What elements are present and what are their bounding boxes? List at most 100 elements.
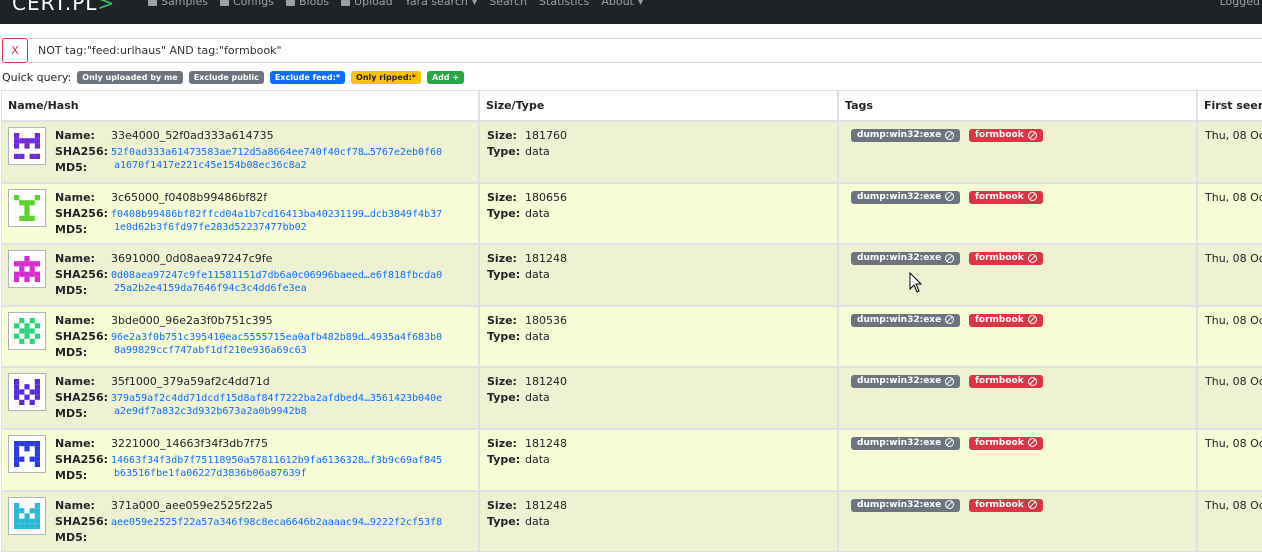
sha256-link[interactable]: 52f0ad333a61473583ae712d5a8664ee740f40cf… [111, 147, 442, 158]
type-label: Type: [487, 514, 521, 528]
quick-query-button[interactable]: Add + [426, 71, 465, 84]
header-tags[interactable]: Tags [838, 90, 1197, 121]
table-row[interactable]: Name: 3691000_0d08aea97247c9fe SHA256: 0d08… [1, 244, 1262, 306]
sample-name-value[interactable]: 3bde000_96e2a3f0b751c395 [111, 314, 273, 327]
sha256-link[interactable]: f0408b99486bf82ffcd04a1b7cd16413ba402311… [111, 209, 442, 220]
tag-badge[interactable]: formbook [969, 498, 1043, 512]
remove-tag-icon[interactable] [945, 376, 955, 386]
sha256-link[interactable]: 14663f34f3db7f75118950a57811612b9fa61363… [111, 455, 442, 466]
header-name-hash[interactable]: Name/Hash [1, 90, 479, 121]
tag-badge[interactable]: formbook [969, 375, 1043, 389]
nav-item-statistics[interactable]: Statistics [539, 0, 589, 8]
remove-tag-icon[interactable] [1027, 438, 1037, 448]
sample-type: Type: data [487, 515, 550, 528]
md5-label: MD5: [55, 345, 88, 359]
nav-item-blobs[interactable]: Blobs [286, 0, 329, 8]
nav-item-label: Search [489, 0, 528, 8]
type-label: Type: [487, 329, 521, 343]
cell-size-type: Size: 181248 Type: data [479, 428, 838, 491]
remove-tag-icon[interactable] [1027, 192, 1037, 202]
md5-link[interactable]: 1e0d62b3f6fd97fe283d52237477bb02 [114, 222, 307, 233]
table-row[interactable]: Name: 35f1000_379a59af2c4dd71d SHA256: 379a… [1, 367, 1262, 429]
remove-tag-icon[interactable] [945, 130, 955, 140]
search-input[interactable]: NOT tag:"feed:urlhaus" AND tag:"formbook… [29, 38, 1262, 63]
brand-logo[interactable]: CERT.PL> [12, 0, 115, 15]
quick-query-button[interactable]: Only uploaded by me [77, 71, 183, 84]
remove-tag-icon[interactable] [945, 192, 955, 202]
quick-query-button[interactable]: Exclude public [188, 71, 264, 84]
sample-name-value[interactable]: 33e4000_52f0ad333a614735 [111, 129, 274, 142]
tag-badge[interactable]: dump:win32:exe [851, 313, 961, 327]
md5-link[interactable]: 25a2b2e4159da7646f94c3c4dd6fe3ea [114, 283, 307, 294]
remove-tag-icon[interactable] [1027, 253, 1037, 263]
logged-user[interactable]: Logged [1220, 0, 1260, 8]
sha256-label: SHA256: [55, 145, 109, 158]
tag-badge[interactable]: formbook [969, 129, 1043, 142]
sample-name: Name: 35f1000_379a59af2c4dd71d [55, 375, 270, 388]
header-first-seen[interactable]: First seen [1197, 90, 1262, 121]
quick-query-button[interactable]: Exclude feed:* [269, 71, 346, 84]
nav-item-label: Yara search [404, 0, 468, 8]
tag-badge[interactable]: dump:win32:exe [851, 498, 961, 512]
remove-tag-icon[interactable] [945, 253, 955, 263]
table-row[interactable]: Name: 371a000_aee059e2525f22a5 SHA256: aee0… [1, 490, 1262, 552]
tag-label: dump:win32:exe [857, 376, 942, 387]
brand-chevron-icon: > [97, 0, 116, 15]
cell-first-seen: Thu, 08 Oc [1197, 490, 1262, 552]
type-value: data [525, 145, 550, 158]
remove-tag-icon[interactable] [1027, 315, 1037, 325]
cell-size-type: Size: 180656 Type: data [479, 182, 838, 245]
sample-name-value[interactable]: 371a000_aee059e2525f22a5 [111, 499, 273, 512]
sha256-link[interactable]: 96e2a3f0b751c395410eac5555715ea0afb482b8… [111, 332, 442, 343]
table-row[interactable]: Name: 33e4000_52f0ad333a614735 SHA256: 52f0… [1, 121, 1262, 183]
nav-item-configs[interactable]: Configs [219, 0, 274, 8]
sha256-link[interactable]: 379a59af2c4dd71dcdf15d8af84f7222ba2afdbe… [111, 393, 442, 404]
cell-name-hash: Name: 35f1000_379a59af2c4dd71d SHA256: 379a… [1, 367, 479, 429]
sample-name-value[interactable]: 35f1000_379a59af2c4dd71d [111, 375, 270, 388]
sample-name-value[interactable]: 3691000_0d08aea97247c9fe [111, 252, 272, 265]
remove-tag-icon[interactable] [1027, 130, 1037, 140]
nav-item-search[interactable]: Search [489, 0, 527, 8]
sha256-link[interactable]: 0d08aea97247c9fe11581151d7db6a0c06996bae… [111, 270, 442, 281]
md5-link[interactable]: 8a99829ccf747abf1df210e936a69c63 [114, 345, 307, 356]
md5-link[interactable]: a2e9df7a832c3d932b673a2a0b9942b8 [114, 406, 307, 417]
tag-badge[interactable]: dump:win32:exe [851, 252, 961, 266]
clear-search-button[interactable]: X [2, 38, 28, 63]
tag-badge[interactable]: formbook [969, 436, 1043, 450]
table-row[interactable]: Name: 3bde000_96e2a3f0b751c395 SHA256: 96e2… [1, 305, 1262, 368]
size-label: Size: [487, 375, 517, 389]
nav-item-yara-search[interactable]: Yara search ▼ [405, 0, 478, 8]
sample-sha256: SHA256: 96e2a3f0b751c395410eac5555715ea0a… [55, 330, 442, 343]
tag-label: formbook [975, 437, 1024, 448]
quick-query-button[interactable]: Only ripped:* [351, 71, 421, 84]
table-row[interactable]: Name: 3c65000_f0408b99486bf82f SHA256: f040… [1, 182, 1262, 245]
table-row[interactable]: Name: 3221000_14663f34f3db7f75 SHA256: 1466… [1, 428, 1262, 491]
sha256-link[interactable]: aee059e2525f22a57a346f98c8eca6646b2aaaac… [111, 517, 442, 528]
tag-badge[interactable]: dump:win32:exe [851, 190, 961, 204]
md5-link[interactable]: a1670f1417e221c45e154b08ec36c8a2 [114, 160, 307, 171]
type-value: data [525, 452, 550, 466]
nav-item-upload[interactable]: Upload [341, 0, 393, 8]
identicon-avatar [8, 127, 46, 165]
identicon-icon [14, 256, 40, 283]
md5-link[interactable]: b63516fbe1fa06227d3836b06a87639f [114, 468, 307, 479]
remove-tag-icon[interactable] [945, 315, 955, 325]
nav-item-samples[interactable]: Samples [148, 0, 208, 8]
size-value: 181760 [525, 129, 567, 142]
tag-badge[interactable]: dump:win32:exe [851, 375, 961, 389]
remove-tag-icon[interactable] [1027, 500, 1037, 510]
tag-badge[interactable]: dump:win32:exe [851, 129, 961, 142]
tag-badge[interactable]: formbook [969, 313, 1043, 327]
sample-name-value[interactable]: 3c65000_f0408b99486bf82f [111, 191, 267, 204]
remove-tag-icon[interactable] [945, 500, 955, 510]
sample-md5: MD5: [55, 531, 111, 544]
remove-tag-icon[interactable] [1027, 376, 1037, 386]
tag-badge[interactable]: formbook [969, 252, 1043, 266]
header-size-type[interactable]: Size/Type [479, 90, 838, 121]
type-label: Type: [487, 391, 521, 405]
remove-tag-icon[interactable] [945, 438, 955, 448]
tag-badge[interactable]: formbook [969, 190, 1043, 204]
nav-item-about[interactable]: About ▼ [601, 0, 643, 8]
tag-badge[interactable]: dump:win32:exe [851, 436, 961, 450]
sample-name-value[interactable]: 3221000_14663f34f3db7f75 [111, 437, 268, 450]
